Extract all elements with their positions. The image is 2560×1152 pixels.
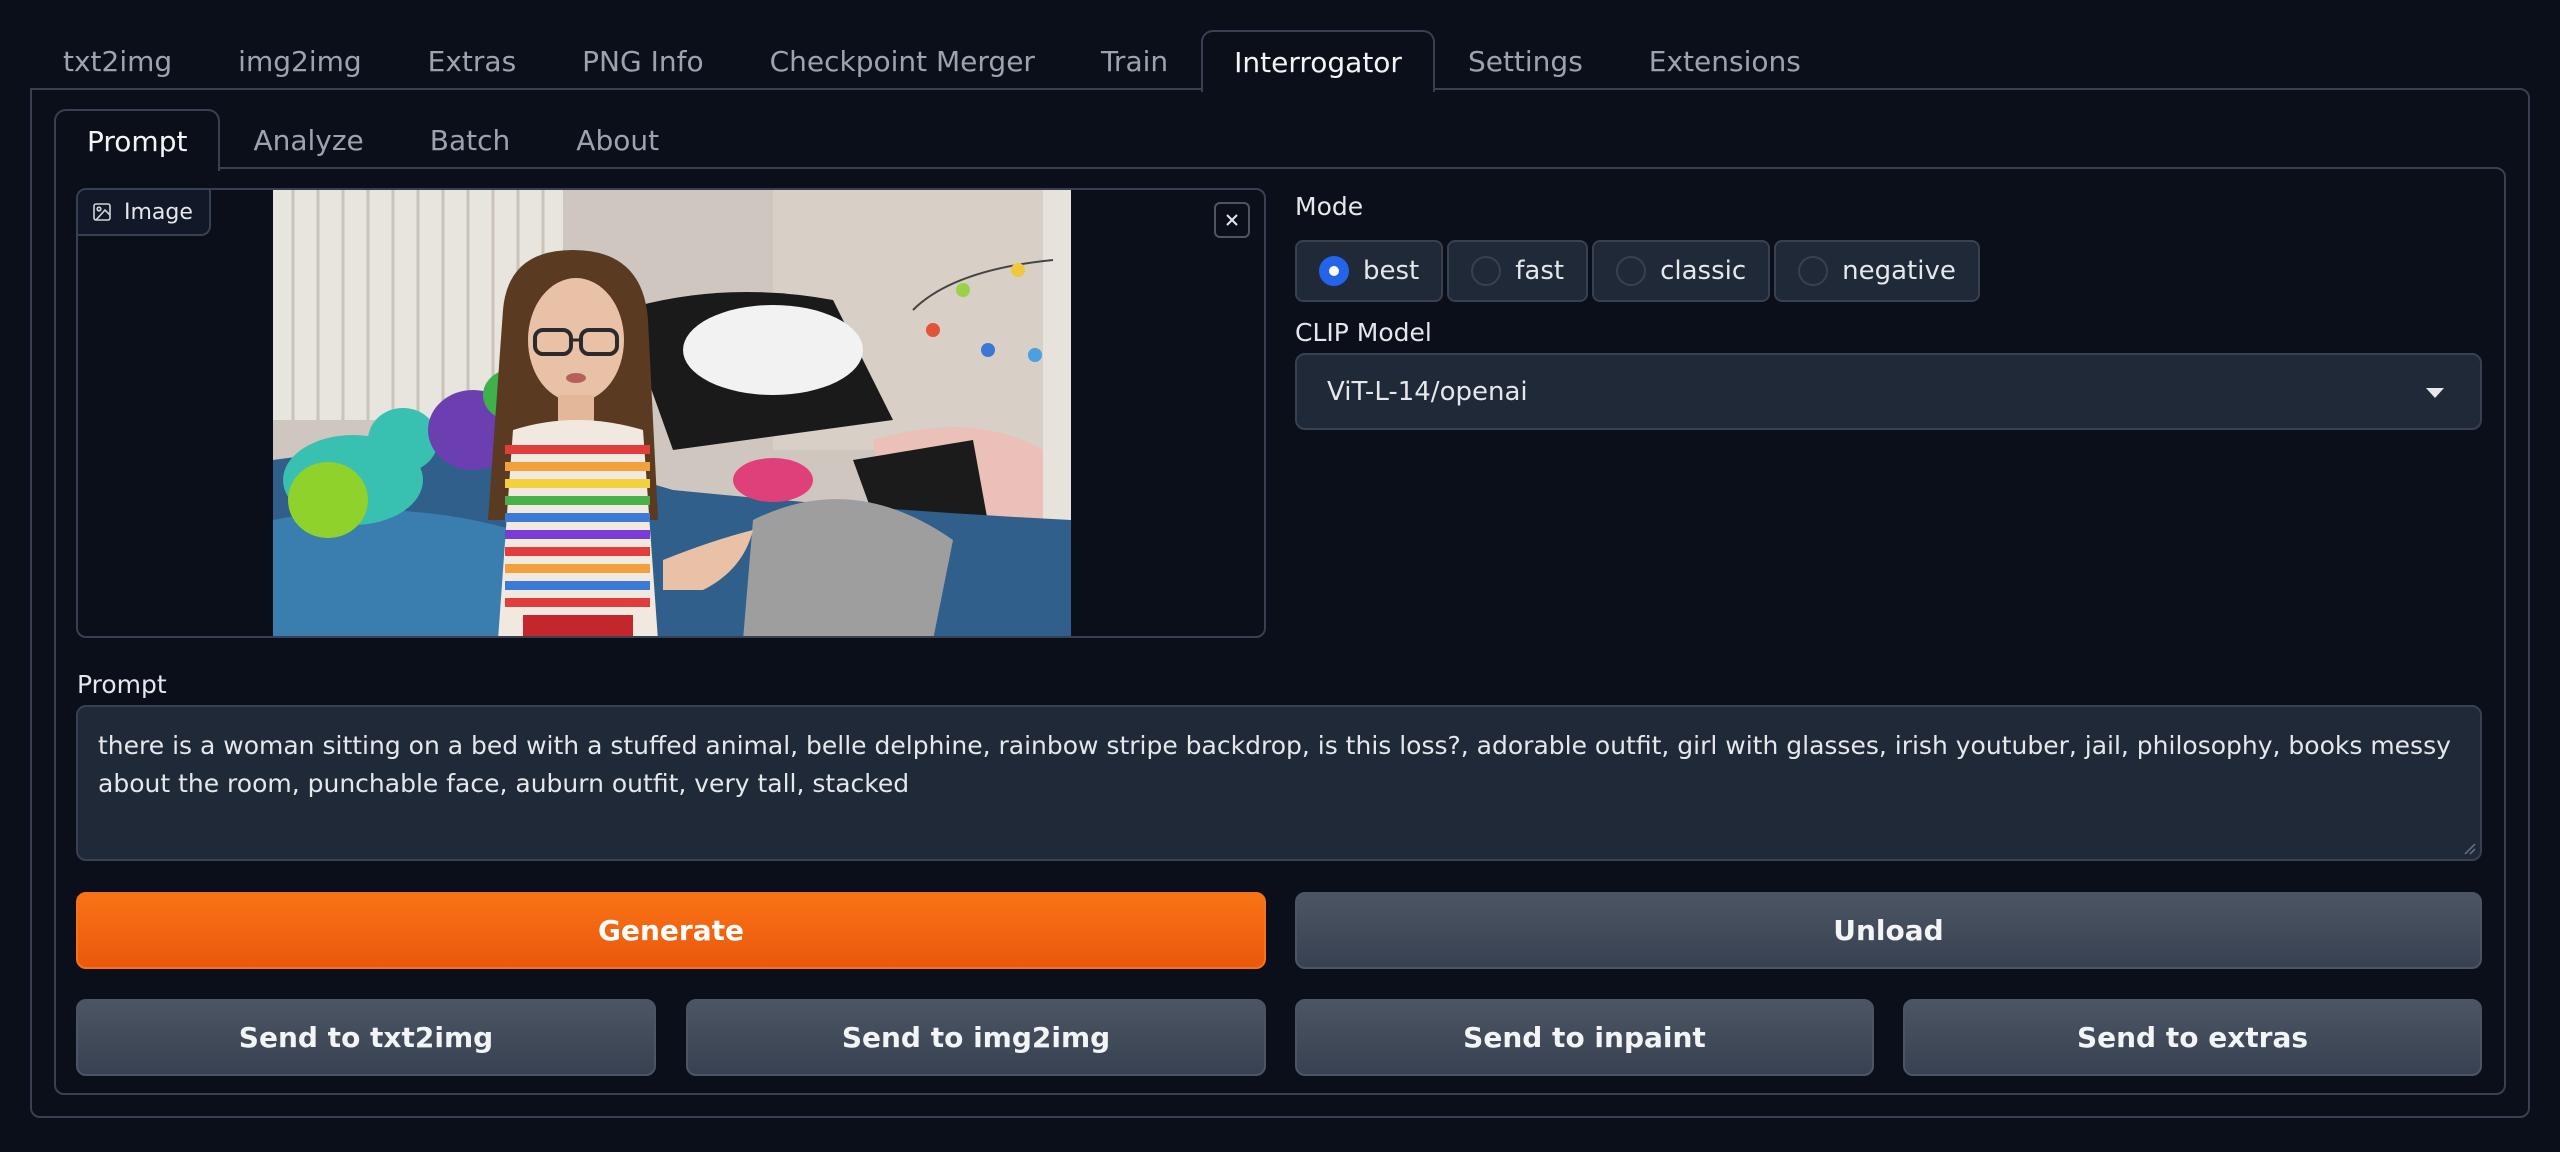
main-tab-bar: txt2img img2img Extras PNG Info Checkpoi… (30, 30, 1834, 92)
image-upload[interactable]: Image (76, 188, 1266, 638)
prompt-label: Prompt (77, 670, 167, 699)
tab-settings[interactable]: Settings (1435, 30, 1616, 90)
mode-option-fast[interactable]: fast (1447, 240, 1589, 302)
mode-option-best[interactable]: best (1295, 240, 1444, 302)
radio-classic[interactable] (1616, 256, 1647, 286)
tab-interrogator[interactable]: Interrogator (1201, 30, 1435, 92)
clip-model-dropdown[interactable]: ViT-L-14/openai (1295, 353, 2482, 430)
tab-analyze[interactable]: Analyze (220, 109, 396, 169)
tab-about[interactable]: About (543, 109, 692, 169)
generate-button[interactable]: Generate (76, 892, 1266, 969)
send-to-img2img-button[interactable]: Send to img2img (686, 999, 1266, 1076)
mode-option-label: best (1363, 256, 1420, 286)
mode-option-label: classic (1660, 256, 1747, 286)
clip-model-label: CLIP Model (1295, 318, 1432, 347)
image-label-badge: Image (78, 190, 211, 236)
radio-negative[interactable] (1798, 256, 1829, 286)
chevron-down-icon (2426, 388, 2444, 398)
uploaded-photo (273, 190, 1071, 636)
radio-best[interactable] (1319, 256, 1349, 286)
mode-option-negative[interactable]: negative (1774, 240, 1980, 302)
tab-checkpoint-merger[interactable]: Checkpoint Merger (737, 30, 1068, 90)
clip-model-value: ViT-L-14/openai (1327, 376, 1528, 407)
resize-handle-icon[interactable] (2462, 841, 2476, 855)
mode-option-label: fast (1515, 256, 1565, 286)
tab-img2img[interactable]: img2img (205, 30, 394, 90)
interrogator-tab-bar: Prompt Analyze Batch About (54, 109, 692, 171)
tab-batch[interactable]: Batch (397, 109, 544, 169)
tab-extensions[interactable]: Extensions (1616, 30, 1834, 90)
send-to-txt2img-button[interactable]: Send to txt2img (76, 999, 656, 1076)
prompt-textarea[interactable]: there is a woman sitting on a bed with a… (76, 705, 2482, 861)
tab-extras[interactable]: Extras (395, 30, 550, 90)
tab-png-info[interactable]: PNG Info (549, 30, 736, 90)
radio-fast[interactable] (1471, 256, 1502, 286)
prompt-text: there is a woman sitting on a bed with a… (98, 731, 2451, 798)
send-to-inpaint-button[interactable]: Send to inpaint (1295, 999, 1874, 1076)
tab-prompt[interactable]: Prompt (54, 109, 221, 171)
mode-option-classic[interactable]: classic (1592, 240, 1771, 302)
close-icon (1226, 214, 1238, 226)
tab-train[interactable]: Train (1068, 30, 1201, 90)
tab-txt2img[interactable]: txt2img (30, 30, 205, 90)
mode-label: Mode (1295, 192, 1364, 221)
mode-radio-group: best fast classic negative (1295, 240, 1980, 302)
unload-button[interactable]: Unload (1295, 892, 2482, 969)
send-to-extras-button[interactable]: Send to extras (1903, 999, 2482, 1076)
mode-option-label: negative (1842, 256, 1956, 286)
image-label: Image (124, 199, 193, 225)
image-icon (93, 203, 111, 221)
clear-image-button[interactable] (1214, 202, 1250, 238)
